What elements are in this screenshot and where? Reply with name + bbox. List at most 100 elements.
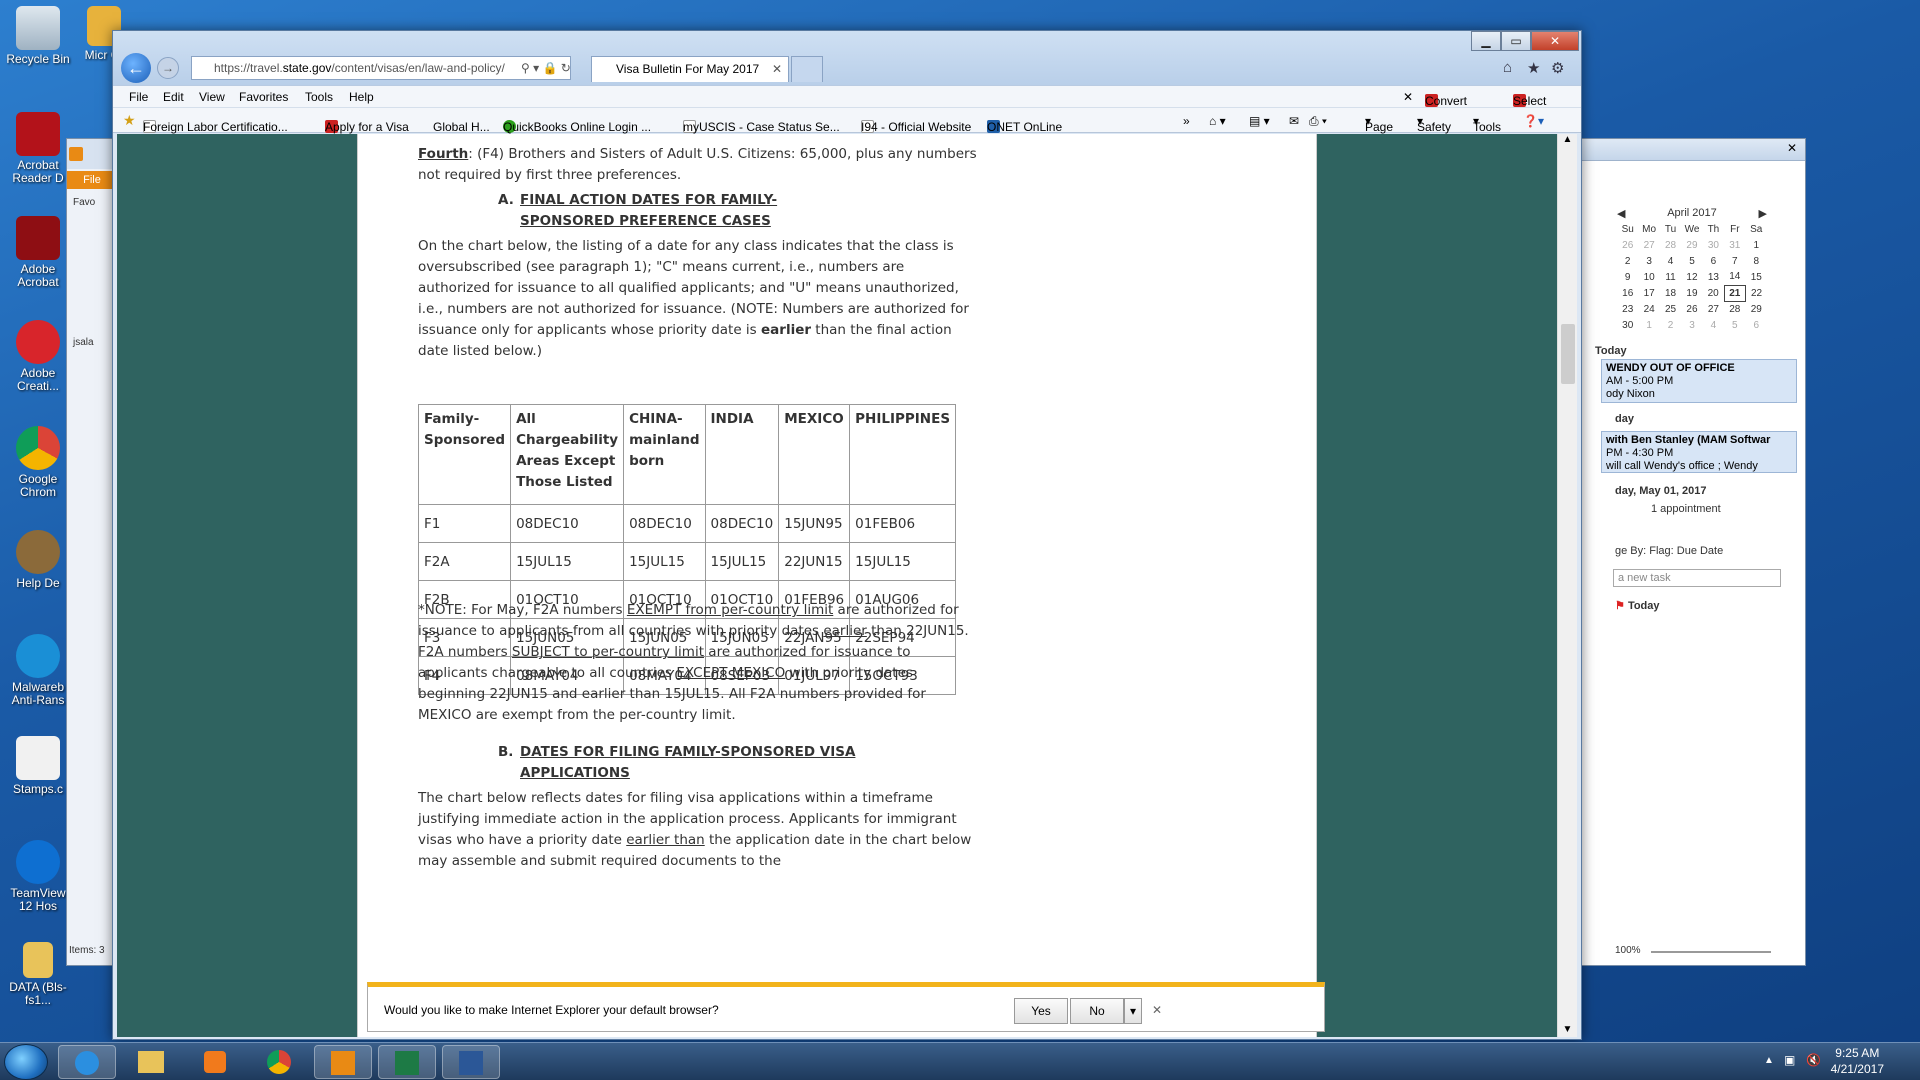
system-clock[interactable]: 9:25 AM 4/21/2017 xyxy=(1831,1045,1884,1077)
scroll-up-icon[interactable]: ▲ xyxy=(1558,134,1577,145)
home-icon[interactable]: ⌂ xyxy=(1503,59,1512,76)
calendar-day[interactable]: 3 xyxy=(1638,253,1659,269)
new-task-input[interactable]: a new task xyxy=(1613,569,1781,587)
address-bar[interactable]: https://travel.state.gov/content/visas/e… xyxy=(191,56,571,80)
arrange-by-label[interactable]: ge By: Flag: Due Date xyxy=(1615,545,1723,557)
menu-tools[interactable]: Tools xyxy=(305,90,333,104)
calendar-day[interactable]: 30 xyxy=(1703,237,1724,253)
close-button[interactable]: ✕ xyxy=(1531,31,1579,51)
calendar-day[interactable]: 16 xyxy=(1617,285,1638,301)
appointment-out-of-office[interactable]: WENDY OUT OF OFFICE AM - 5:00 PM ody Nix… xyxy=(1601,359,1797,403)
page-scrollbar[interactable]: ▲ ▼ xyxy=(1557,134,1577,1037)
outlook-file-tab[interactable]: File xyxy=(67,171,117,189)
google-chrome-desktop-icon[interactable]: Google Chrom xyxy=(4,426,72,499)
prev-month-icon[interactable]: ◀ xyxy=(1617,207,1625,220)
calendar-day[interactable]: 4 xyxy=(1660,253,1681,269)
new-tab-button[interactable] xyxy=(791,56,823,82)
calendar-day[interactable]: 29 xyxy=(1681,237,1702,253)
network-icon[interactable]: ▣ xyxy=(1784,1053,1795,1067)
calendar-day[interactable]: 26 xyxy=(1617,237,1638,253)
no-button[interactable]: No xyxy=(1070,998,1124,1024)
calendar-day[interactable]: 2 xyxy=(1660,317,1681,333)
tab-close-icon[interactable]: ✕ xyxy=(772,57,782,81)
scroll-down-icon[interactable]: ▼ xyxy=(1558,1024,1577,1035)
calendar-grid[interactable]: Su Mo Tu We Th Fr Sa 26 27 28 29 30 31 1 2 3 4 5 6 7 8 9 10 11 1… xyxy=(1617,221,1767,333)
zoom-slider[interactable] xyxy=(1651,951,1771,953)
help-desk-desktop-icon[interactable]: Help De xyxy=(4,530,72,590)
appointment-ben-stanley[interactable]: with Ben Stanley (MAM Softwar PM - 4:30 … xyxy=(1601,431,1797,473)
calendar-day[interactable]: 15 xyxy=(1746,269,1767,285)
malwarebytes-desktop-icon[interactable]: Malwareb Anti-Rans xyxy=(4,634,72,707)
calendar-day[interactable]: 29 xyxy=(1746,301,1767,317)
taskbar-word[interactable] xyxy=(442,1045,500,1079)
mail-icon[interactable]: ✉ xyxy=(1289,114,1299,128)
recycle-bin-icon[interactable]: Recycle Bin xyxy=(4,6,72,66)
calendar-day[interactable]: 19 xyxy=(1681,285,1702,301)
calendar-day[interactable]: 1 xyxy=(1638,317,1659,333)
help-icon[interactable]: ❓▾ xyxy=(1523,114,1544,128)
calendar-day[interactable]: 11 xyxy=(1660,269,1681,285)
taskbar-chrome[interactable] xyxy=(250,1045,308,1079)
stamps-desktop-icon[interactable]: Stamps.c xyxy=(4,736,72,796)
no-dropdown-icon[interactable]: ▾ xyxy=(1124,998,1142,1024)
calendar-day[interactable]: 6 xyxy=(1703,253,1724,269)
calendar-day[interactable]: 26 xyxy=(1681,301,1702,317)
tray-expand-icon[interactable]: ▲ xyxy=(1764,1055,1774,1066)
calendar-day[interactable]: 23 xyxy=(1617,301,1638,317)
taskbar-explorer[interactable] xyxy=(122,1045,180,1079)
print-icon[interactable]: ⎙ ▾ xyxy=(1309,114,1327,129)
next-month-icon[interactable]: ▶ xyxy=(1759,207,1767,220)
feeds-icon[interactable]: ▤ ▾ xyxy=(1249,114,1270,128)
calendar-day[interactable]: 9 xyxy=(1617,269,1638,285)
calendar-day[interactable]: 5 xyxy=(1724,317,1745,333)
volume-icon[interactable]: 🔇 xyxy=(1806,1053,1821,1067)
favorites-star-icon[interactable]: ★ xyxy=(1527,59,1540,77)
calendar-day[interactable]: 25 xyxy=(1660,301,1681,317)
menu-favorites[interactable]: Favorites xyxy=(239,90,288,104)
acrobat-reader-desktop-icon[interactable]: Acrobat Reader D xyxy=(4,112,72,185)
menu-file[interactable]: File xyxy=(129,90,148,104)
menu-edit[interactable]: Edit xyxy=(163,90,184,104)
mailbox-label[interactable]: jsala xyxy=(73,337,94,348)
calendar-day[interactable]: 13 xyxy=(1703,269,1724,285)
calendar-day[interactable]: 3 xyxy=(1681,317,1702,333)
calendar-day[interactable]: 10 xyxy=(1638,269,1659,285)
safety-menu[interactable]: Safety ▾ xyxy=(1417,114,1451,134)
taskbar-ie[interactable] xyxy=(58,1045,116,1079)
menu-view[interactable]: View xyxy=(199,90,225,104)
calendar-day[interactable]: 22 xyxy=(1746,285,1767,301)
calendar-day[interactable]: 21 xyxy=(1723,284,1747,302)
calendar-day[interactable]: 1 xyxy=(1746,237,1767,253)
calendar-day[interactable]: 28 xyxy=(1724,301,1745,317)
convert-button[interactable]: Convert ▾ xyxy=(1425,90,1467,108)
calendar-day[interactable]: 20 xyxy=(1703,285,1724,301)
calendar-day[interactable]: 30 xyxy=(1617,317,1638,333)
data-drive-desktop-icon[interactable]: DATA (Bls-fs1... xyxy=(4,942,72,1007)
teamviewer-desktop-icon[interactable]: TeamView 12 Hos xyxy=(4,840,72,913)
tools-menu[interactable]: Tools ▾ xyxy=(1473,114,1501,134)
calendar-day[interactable]: 4 xyxy=(1703,317,1724,333)
calendar-day[interactable]: 7 xyxy=(1724,253,1745,269)
back-button[interactable]: ← xyxy=(121,53,151,83)
taskbar-excel[interactable] xyxy=(378,1045,436,1079)
yes-button[interactable]: Yes xyxy=(1014,998,1068,1024)
calendar-day[interactable]: 2 xyxy=(1617,253,1638,269)
page-menu[interactable]: Page ▾ xyxy=(1365,114,1393,134)
start-button[interactable] xyxy=(4,1044,48,1080)
calendar-day[interactable]: 31 xyxy=(1724,237,1745,253)
taskbar-outlook[interactable] xyxy=(314,1045,372,1079)
calendar-day[interactable]: 14 xyxy=(1724,269,1745,285)
search-icon[interactable]: ⚲ ▾ 🔒 ↻ xyxy=(521,61,571,75)
add-favorites-star-icon[interactable]: ★ xyxy=(123,112,136,129)
minimize-button[interactable]: ▁ xyxy=(1471,31,1501,51)
calendar-day[interactable]: 8 xyxy=(1746,253,1767,269)
calendar-day[interactable]: 5 xyxy=(1681,253,1702,269)
calendar-day[interactable]: 17 xyxy=(1638,285,1659,301)
menu-help[interactable]: Help xyxy=(349,90,374,104)
adobe-creative-desktop-icon[interactable]: Adobe Creati... xyxy=(4,320,72,393)
calendar-day[interactable]: 27 xyxy=(1703,301,1724,317)
todo-close-icon[interactable]: ✕ xyxy=(1787,141,1797,155)
adobe-acrobat-desktop-icon[interactable]: Adobe Acrobat xyxy=(4,216,72,289)
favorites-label[interactable]: Favo xyxy=(73,197,95,208)
scroll-thumb[interactable] xyxy=(1561,324,1575,384)
